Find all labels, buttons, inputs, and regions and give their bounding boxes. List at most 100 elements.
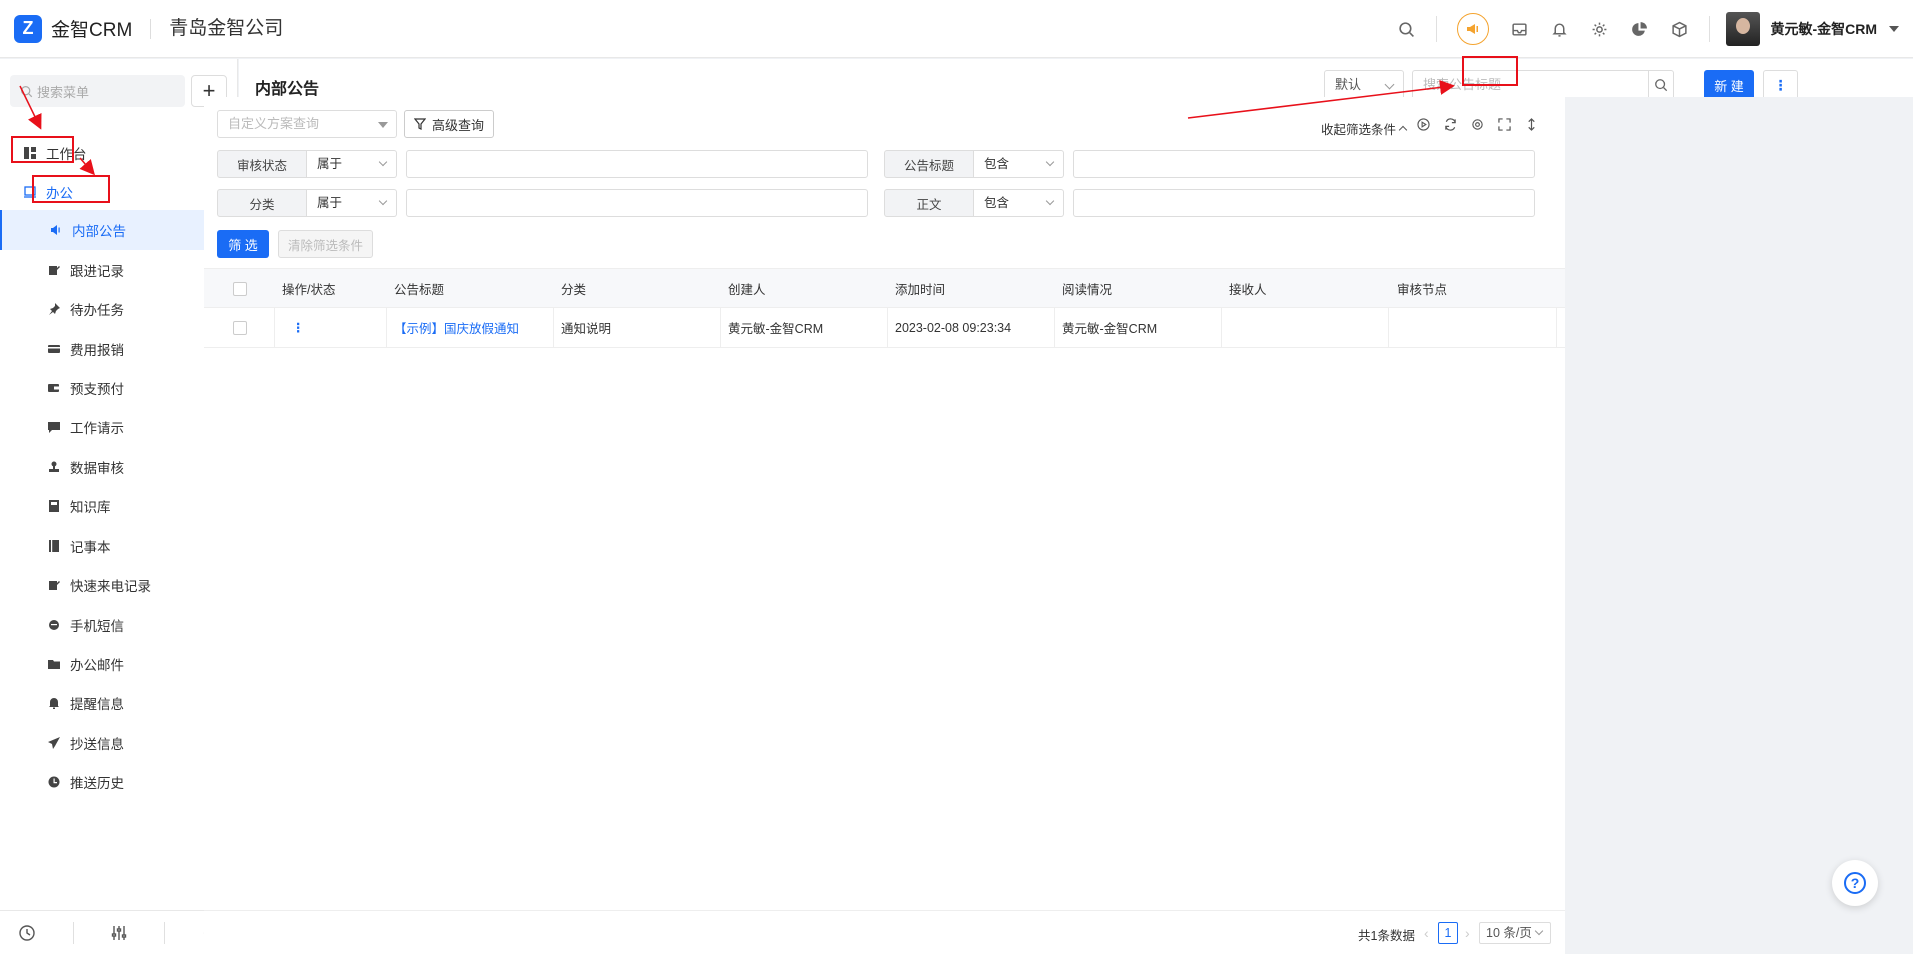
sidebar-item-mail[interactable]: 办公邮件	[0, 644, 228, 684]
sidebar-item-quick-call[interactable]: 快速来电记录	[0, 565, 228, 605]
advanced-query-label: 高级查询	[431, 117, 484, 133]
inbox-icon[interactable]	[1509, 19, 1529, 39]
avatar[interactable]	[1726, 12, 1761, 46]
clear-filters-button[interactable]: 清除筛选条件	[278, 230, 373, 258]
filter-operator-value: 属于	[317, 157, 343, 171]
filter-value-input[interactable]	[1073, 189, 1535, 217]
sidebar-item-label: 手机短信	[70, 619, 124, 634]
search-input[interactable]: 搜索公告标题	[1412, 70, 1649, 100]
bell-icon	[48, 697, 60, 709]
search-button[interactable]	[1648, 70, 1674, 100]
filter-operator-value: 包含	[984, 157, 1010, 171]
view-select[interactable]: 默认	[1324, 70, 1404, 100]
sidebar-item-cc[interactable]: 抄送信息	[0, 723, 228, 763]
column-header[interactable]: 添加时间	[888, 269, 1055, 308]
table-row[interactable]: ⋮ 【示例】国庆放假通知 通知说明 黄元敏-金智CRM 2023-02-08 0…	[204, 308, 1565, 348]
sidebar-item-expense[interactable]: 费用报销	[0, 329, 228, 369]
sidebar-item-label: 快速来电记录	[70, 579, 151, 594]
book-icon	[48, 500, 60, 512]
next-page-icon[interactable]: ›	[1465, 925, 1470, 941]
filter-label-title: 公告标题	[884, 150, 974, 178]
collapse-filters-label: 收起筛选条件	[1321, 123, 1397, 137]
sidebar-item-notebook[interactable]: 记事本	[0, 526, 228, 566]
filter-button[interactable]: 筛 选	[217, 230, 269, 258]
chevron-down-icon[interactable]	[1889, 26, 1899, 32]
collapse-filters-link[interactable]: 收起筛选条件	[1321, 119, 1408, 138]
search-icon	[1655, 79, 1668, 92]
company-name[interactable]: 青岛金智公司	[150, 18, 283, 39]
column-header[interactable]: 创建人	[721, 269, 888, 308]
refresh-icon[interactable]	[1443, 117, 1457, 131]
sidebar-item-label: 费用报销	[70, 343, 124, 358]
sidebar-item-sms[interactable]: 手机短信	[0, 605, 228, 645]
sidebar-item-label: 数据审核	[70, 461, 124, 476]
page-number[interactable]: 1	[1438, 922, 1458, 944]
card-icon	[48, 343, 60, 355]
menu-search-input[interactable]: 搜索菜单	[10, 75, 185, 107]
caret-down-icon	[378, 122, 388, 128]
message-icon	[48, 421, 60, 433]
sidebar-item-reminders[interactable]: 提醒信息	[0, 683, 228, 723]
play-icon[interactable]	[1416, 117, 1430, 131]
sidebar-item-todo[interactable]: 待办任务	[0, 289, 228, 329]
row-checkbox[interactable]	[233, 320, 247, 335]
sidebar-item-push-history[interactable]: 推送历史	[0, 762, 228, 802]
edit-icon	[48, 264, 60, 276]
custom-scheme-select[interactable]: 自定义方案查询	[217, 110, 397, 138]
footer-divider	[164, 921, 166, 944]
column-header[interactable]: 分类	[554, 269, 721, 308]
column-header[interactable]: 公告标题	[387, 269, 554, 308]
filter-value-input[interactable]	[406, 189, 868, 217]
history-icon[interactable]	[18, 924, 36, 942]
row-height-icon[interactable]	[1524, 117, 1538, 131]
stamp-icon	[48, 461, 60, 473]
filter-value-input[interactable]	[406, 150, 868, 178]
user-name[interactable]: 黄元敏-金智CRM	[1770, 19, 1877, 39]
filter-label-body: 正文	[884, 189, 974, 217]
filter-operator-value: 属于	[317, 196, 343, 210]
fullscreen-icon[interactable]	[1497, 117, 1511, 131]
app-logo[interactable]: Z 金智CRM	[14, 14, 132, 43]
gear-icon[interactable]	[1589, 19, 1609, 39]
cube-icon[interactable]	[1669, 19, 1689, 39]
chevron-down-icon	[1534, 926, 1544, 936]
prev-page-icon[interactable]: ‹	[1424, 925, 1429, 941]
advanced-query-button[interactable]: 高级查询	[404, 110, 494, 138]
page-size-select[interactable]: 10 条/页	[1479, 922, 1551, 944]
column-header[interactable]: 接收人	[1222, 269, 1389, 308]
help-button[interactable]: ?	[1832, 860, 1878, 906]
filter-operator-select[interactable]: 包含	[974, 189, 1064, 217]
sidebar-item-data-review[interactable]: 数据审核	[0, 447, 228, 487]
sidebar-item-follow-up[interactable]: 跟进记录	[0, 250, 228, 290]
gear-icon[interactable]	[1470, 117, 1484, 131]
column-header[interactable]: 审核节点	[1390, 269, 1557, 308]
notice-title-link[interactable]: 【示例】国庆放假通知	[387, 308, 554, 347]
annotation-box-new	[1462, 56, 1518, 86]
filter-operator-select[interactable]: 属于	[307, 150, 397, 178]
select-all-checkbox[interactable]	[233, 281, 247, 296]
send-icon	[48, 737, 60, 749]
sidebar-item-knowledge-base[interactable]: 知识库	[0, 486, 228, 526]
settings-sliders-icon[interactable]	[110, 924, 128, 942]
announcement-icon[interactable]	[1457, 13, 1490, 45]
annotation-box-office	[11, 136, 74, 163]
row-actions-menu[interactable]: ⋮	[292, 320, 305, 335]
column-header[interactable]: 阅读情况	[1055, 269, 1222, 308]
more-button[interactable]: ⋮	[1763, 70, 1798, 100]
column-header[interactable]: 操作/状态	[275, 269, 386, 308]
bell-icon[interactable]	[1549, 19, 1569, 39]
filter-operator-select[interactable]: 包含	[974, 150, 1064, 178]
sidebar-item-work-request[interactable]: 工作请示	[0, 407, 228, 447]
filter-value-input[interactable]	[1073, 150, 1535, 178]
added-time-cell: 2023-02-08 09:23:34	[888, 308, 1055, 347]
pie-chart-icon[interactable]	[1629, 19, 1649, 39]
sidebar-item-internal-notice[interactable]: 内部公告	[0, 210, 228, 250]
clock-icon	[48, 776, 60, 788]
page-title: 内部公告	[255, 81, 320, 98]
filter-operator-value: 包含	[984, 196, 1010, 210]
chevron-down-icon	[378, 157, 388, 167]
search-icon[interactable]	[1396, 19, 1416, 39]
sidebar-item-advance[interactable]: 预支预付	[0, 368, 228, 408]
filter-operator-select[interactable]: 属于	[307, 189, 397, 217]
new-button[interactable]: 新 建	[1704, 70, 1754, 100]
